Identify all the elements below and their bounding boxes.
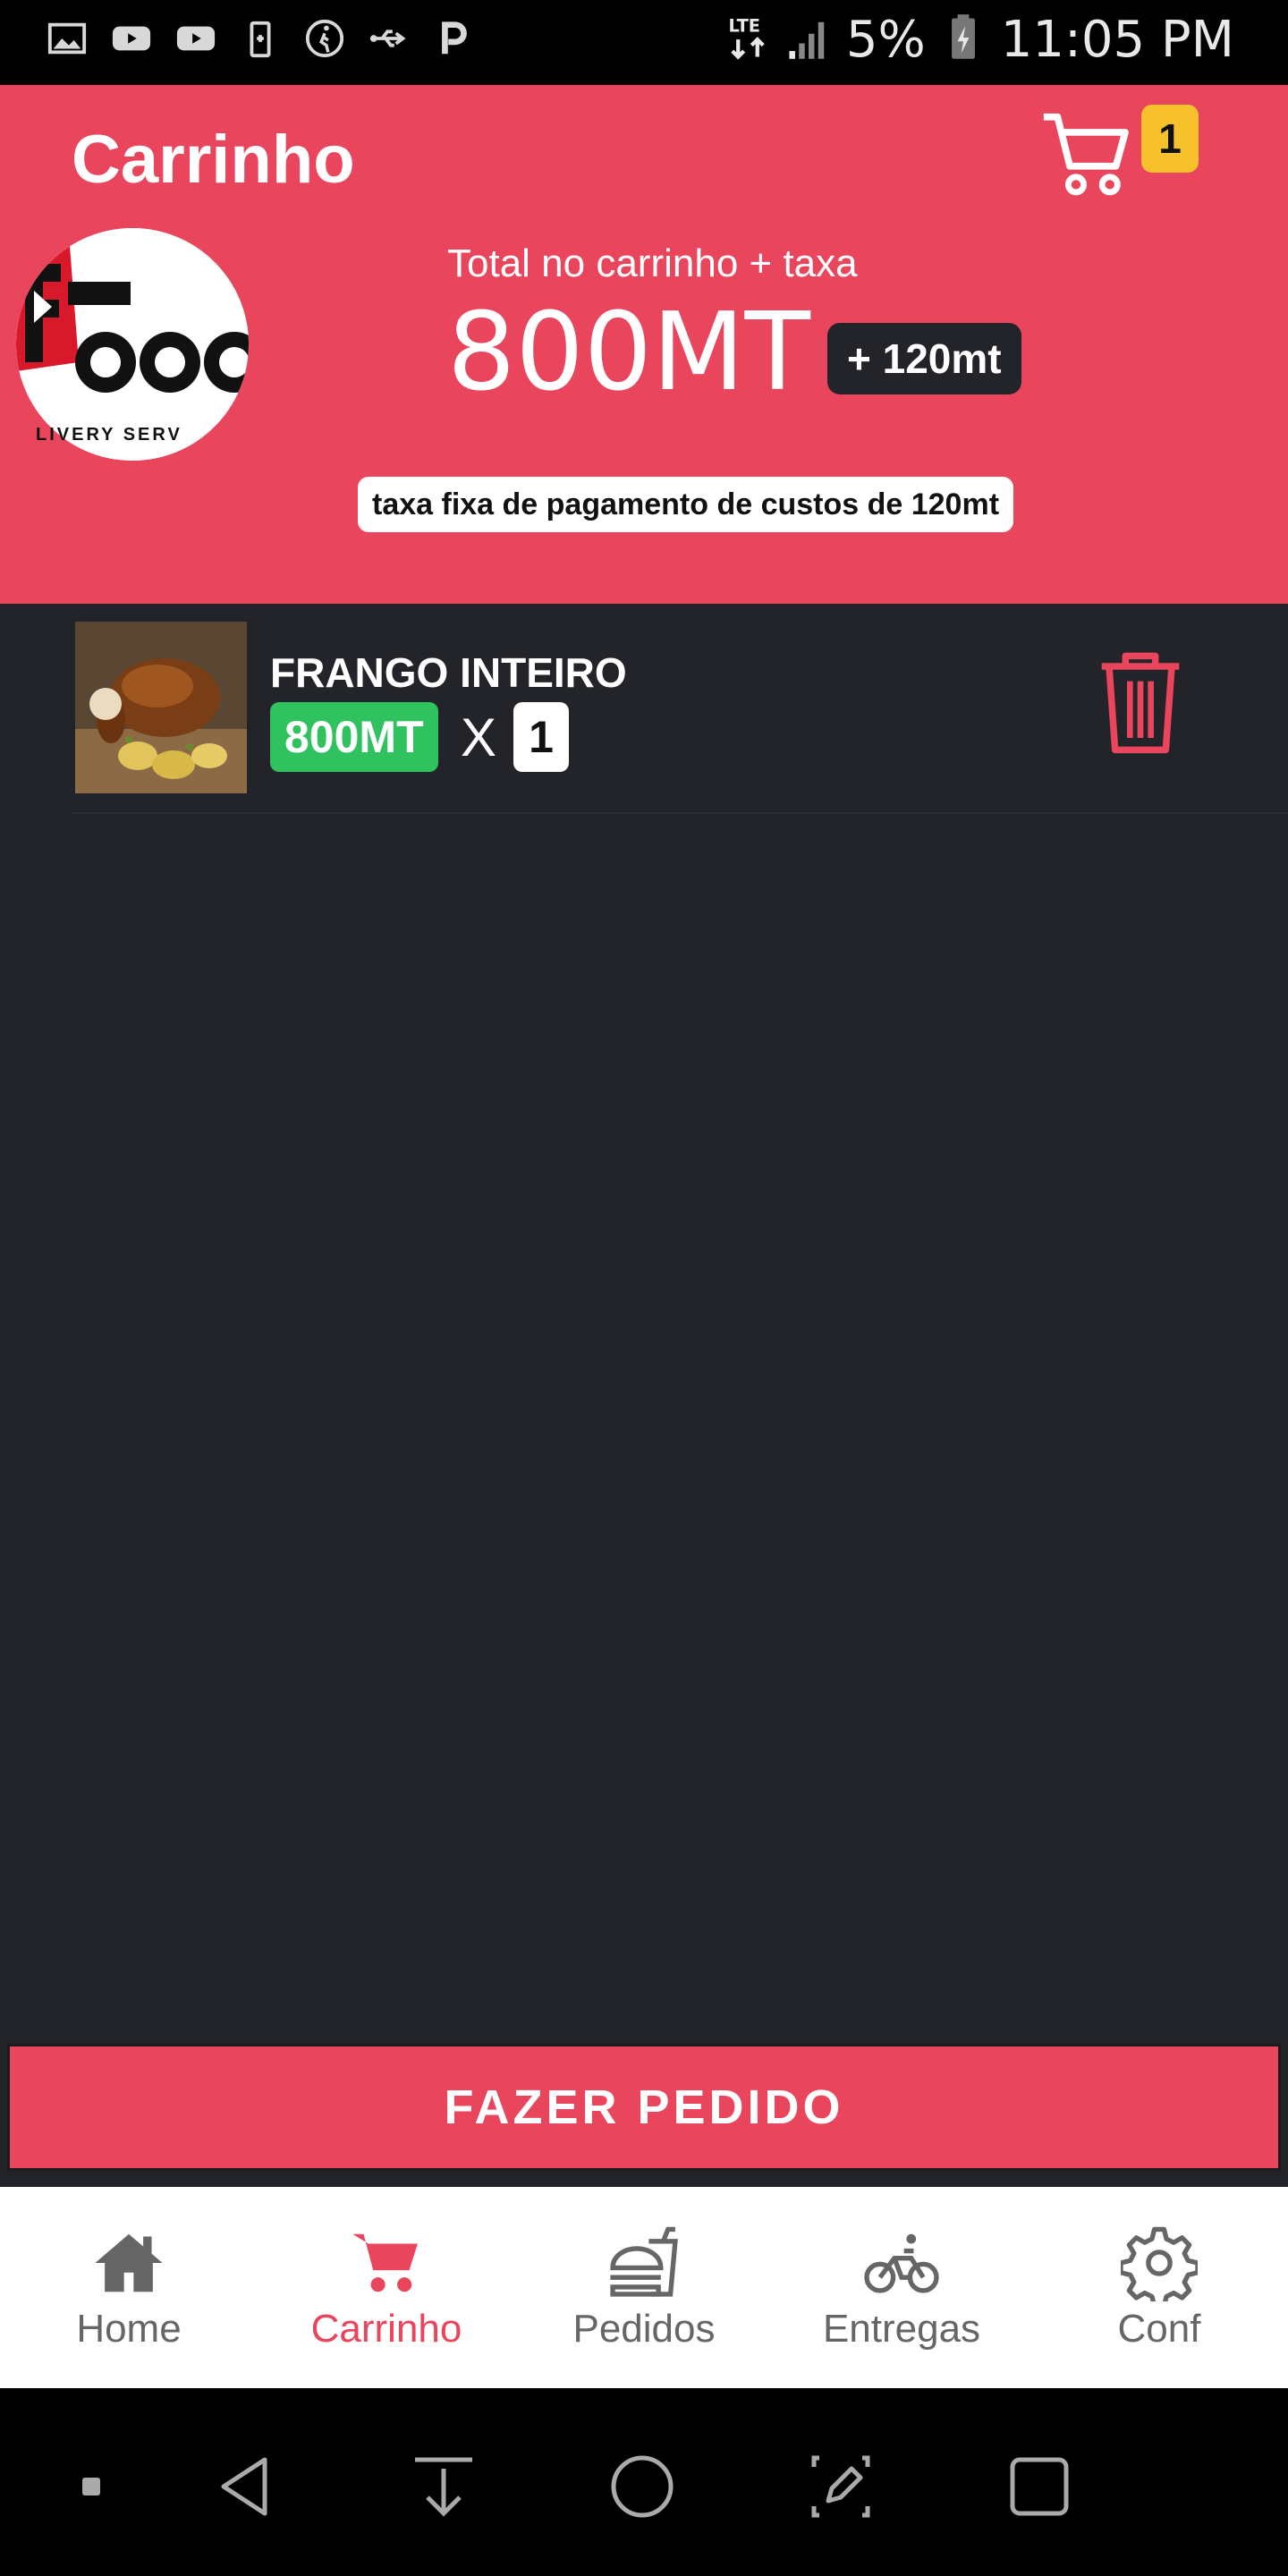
fee-note: taxa fixa de pagamento de custos de 120m… [358,477,1014,532]
battery-icon [940,13,987,67]
app-root: LTE 5% 11:05 PM Carrinho 1 LIVERY SERV T… [0,0,1288,2576]
edit-icon[interactable] [805,2451,877,2522]
tab-home[interactable]: Home [0,2187,258,2388]
item-times-sign: X [461,707,497,767]
battery-percent: 5% [845,11,926,69]
gear-icon [1118,2224,1200,2309]
item-name: FRANGO INTEIRO [270,649,627,696]
burger-drink-icon [606,2224,682,2301]
fee-badge: + 120mt [827,323,1021,394]
tab-home-label: Home [76,2307,182,2351]
cart-icon[interactable] [1038,105,1136,203]
download-icon[interactable] [408,2451,479,2522]
lte-icon: LTE [724,13,771,67]
tab-pedidos-label: Pedidos [572,2307,716,2351]
recents-icon[interactable] [1004,2451,1075,2522]
tab-pedidos[interactable]: Pedidos [515,2187,773,2388]
tab-entregas-label: Entregas [822,2307,981,2351]
tab-entregas[interactable]: Entregas [773,2187,1030,2388]
place-order-button[interactable]: FAZER PEDIDO [7,2044,1281,2171]
p-icon [431,16,476,61]
order-bar: FAZER PEDIDO [0,2044,1288,2187]
cart-count-badge: 1 [1141,105,1199,173]
cart-item[interactable]: FRANGO INTEIRO 800MT X 1 [72,622,1288,814]
item-price: 800MT [270,702,438,772]
home-circle-icon[interactable] [606,2451,678,2522]
back-icon[interactable] [211,2451,283,2522]
system-status: LTE 5% 11:05 PM [724,11,1234,69]
logo-text: LIVERY SERV [36,425,182,445]
tab-carrinho-label: Carrinho [310,2307,462,2351]
battery-saver-icon [238,16,283,61]
home-icon [90,2224,167,2301]
tab-conf[interactable]: Conf [1030,2187,1288,2388]
status-bar: LTE 5% 11:05 PM [0,0,1288,85]
item-thumbnail [75,622,247,793]
total-label: Total no carrinho + taxa [447,242,858,285]
trash-icon[interactable] [1091,648,1190,756]
walking-icon [302,16,347,61]
notification-icons [45,16,476,61]
bottom-tab-bar: Home Carrinho Pedidos Entregas Conf [0,2187,1288,2388]
system-nav-bar [0,2388,1288,2576]
item-quantity[interactable]: 1 [513,702,569,772]
svg-text:LTE: LTE [728,16,760,37]
usb-icon [367,16,411,61]
bicycle-icon [863,2224,940,2301]
tab-conf-label: Conf [1117,2307,1201,2351]
dot-icon[interactable] [55,2451,127,2522]
gallery-icon [45,16,89,61]
cart-header: Carrinho 1 LIVERY SERV Total no carrinho… [0,85,1288,604]
cart-list: FRANGO INTEIRO 800MT X 1 [0,604,1288,2044]
signal-icon [785,13,832,67]
page-title: Carrinho [72,122,355,198]
total-value: 800MT [447,291,810,415]
clock: 11:05 PM [1000,11,1234,69]
tab-carrinho[interactable]: Carrinho [258,2187,515,2388]
youtube-icon [109,16,154,61]
cart-icon [348,2224,425,2301]
youtube-icon [174,16,218,61]
